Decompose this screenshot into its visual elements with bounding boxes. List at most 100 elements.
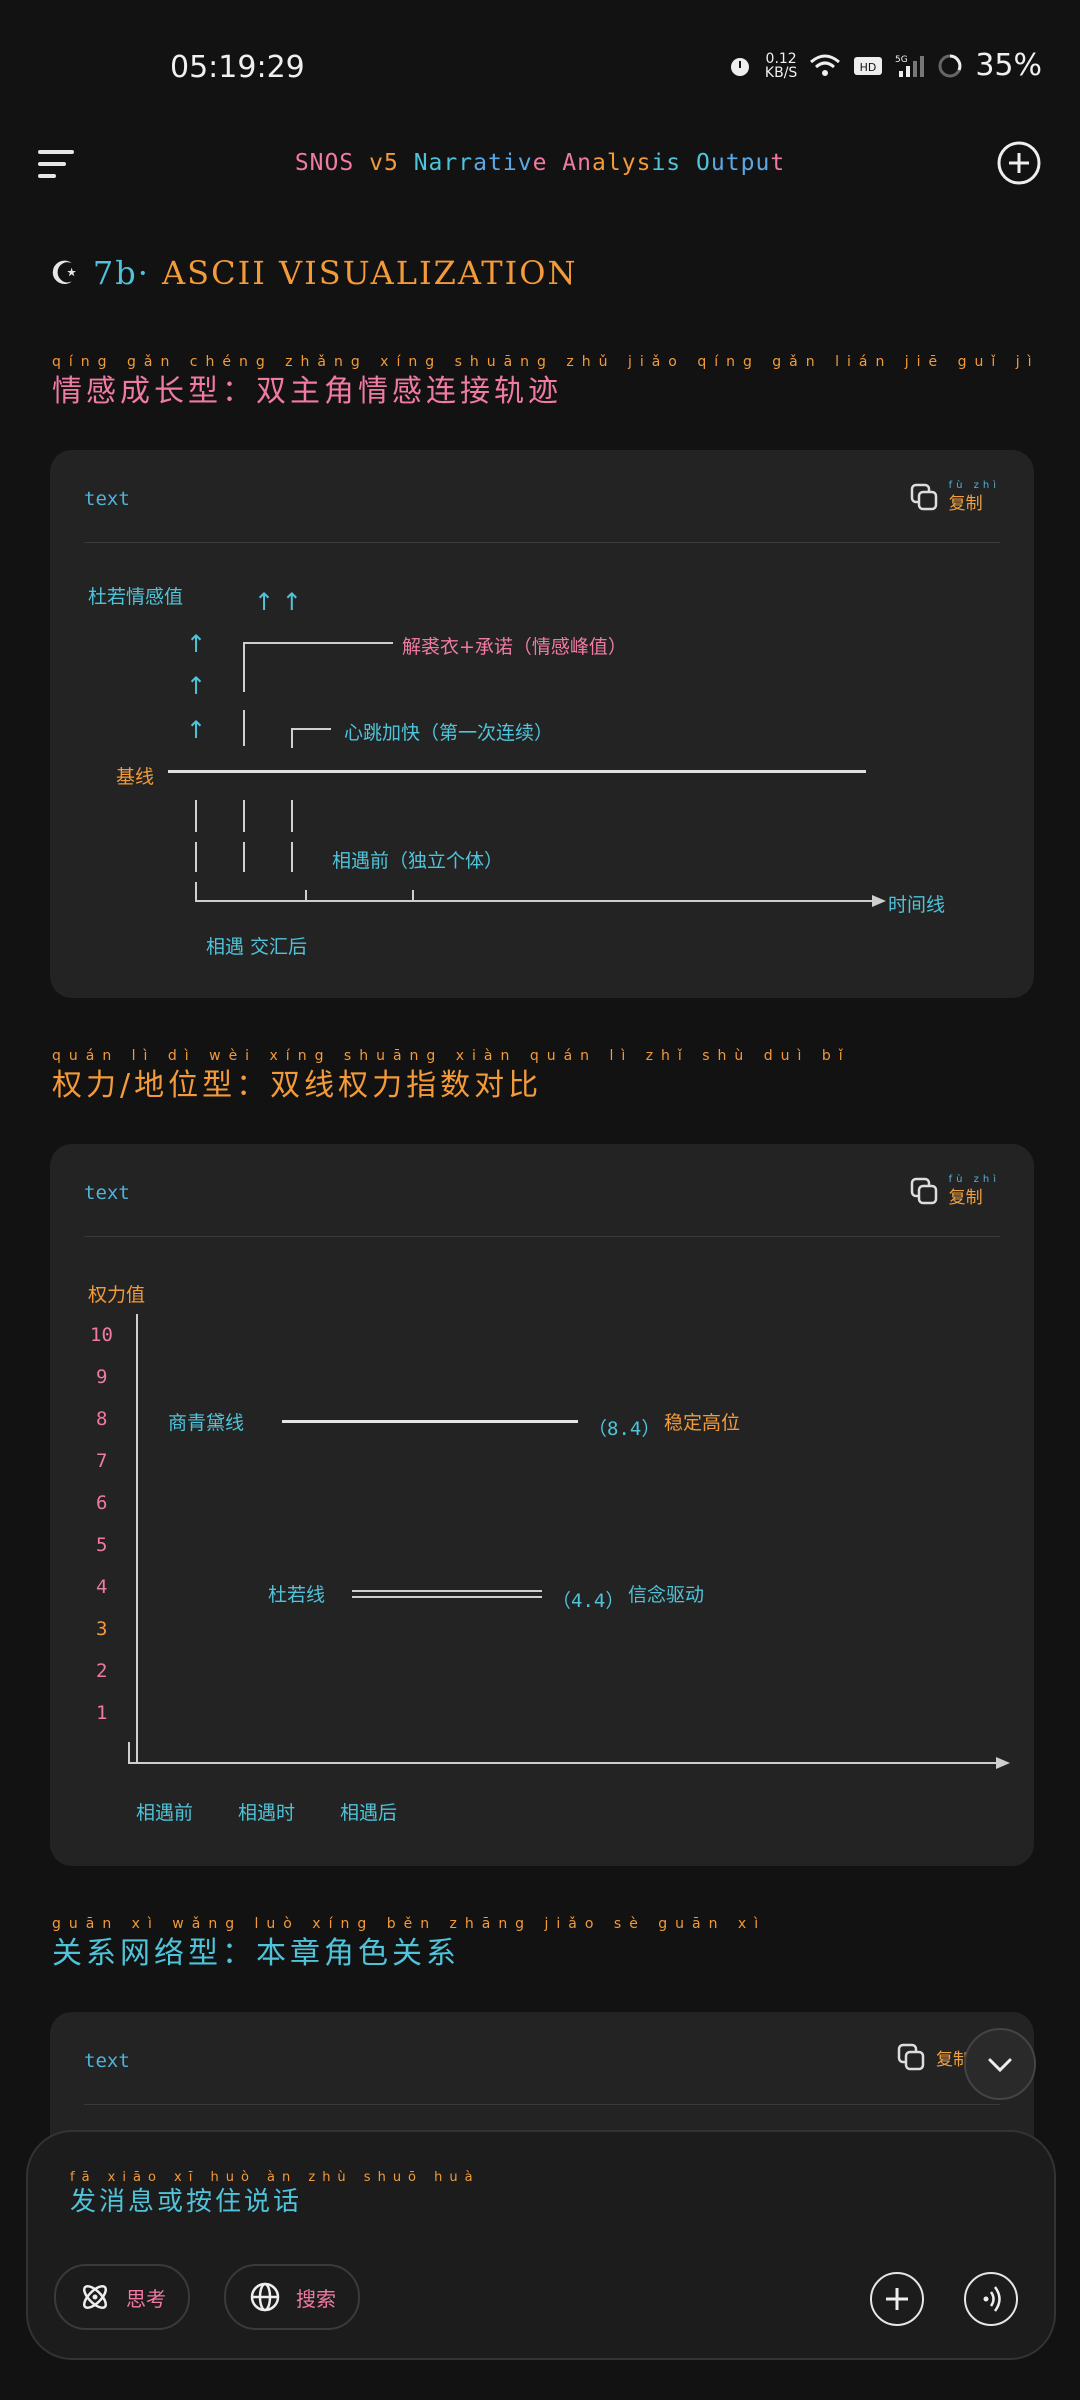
- connector: [243, 642, 245, 692]
- event-heartbeat: 心跳加快（第一次连续）: [344, 722, 554, 744]
- series-line-1: [282, 1420, 578, 1423]
- think-button[interactable]: 思考: [54, 2264, 190, 2330]
- connector: [195, 882, 197, 900]
- bottom-labels: 相遇 交汇后: [206, 936, 308, 958]
- search-button[interactable]: 搜索: [224, 2264, 360, 2330]
- tick: [305, 890, 307, 902]
- code-block-header: text fù zhì 复制: [84, 450, 1000, 543]
- arrow-up: ↑: [186, 716, 207, 744]
- event-before: 相遇前（独立个体）: [332, 850, 504, 872]
- arrow-up: ↑: [186, 672, 207, 700]
- new-chat-icon[interactable]: [996, 140, 1042, 186]
- hd-label: HD: [860, 61, 877, 74]
- code-lang: text: [84, 488, 130, 510]
- copy-icon: [910, 483, 937, 511]
- tick: [412, 890, 414, 902]
- status-bar: 05:19:29 0.12 KB/S HD 5G 35%: [0, 0, 1080, 120]
- baseline-line: [168, 770, 866, 773]
- connector: [195, 800, 197, 832]
- connector: [195, 842, 197, 872]
- series-value-2: （4.4）: [552, 1590, 625, 1612]
- atom-icon: [82, 2284, 108, 2310]
- battery-percent: 35%: [975, 48, 1042, 83]
- connector: [243, 710, 245, 746]
- y-tick-label: 9: [96, 1366, 108, 1388]
- code-lang: text: [84, 1182, 130, 1204]
- connector: [243, 642, 393, 644]
- voice-wave-icon: [983, 2286, 1001, 2312]
- chevron-down-icon: [988, 2058, 1012, 2073]
- y-axis-label: 杜若情感值: [88, 586, 184, 608]
- network-label: 5G: [895, 55, 908, 65]
- code-block-header: text fù zhì 复制: [84, 1144, 1000, 1237]
- connector: [291, 800, 293, 832]
- series-value-1: （8.4）: [588, 1418, 661, 1440]
- block2-heading: quán lì dì wèi xíng shuāng xiàn quán lì …: [52, 1048, 851, 1103]
- x-label-3: 相遇后: [340, 1802, 398, 1824]
- time-axis: [195, 900, 875, 902]
- x-label-1: 相遇前: [136, 1802, 194, 1824]
- copy-icon: [910, 1177, 937, 1205]
- copy-button[interactable]: fù zhì 复制: [909, 480, 1000, 514]
- series-name-1: 商青黛线: [168, 1412, 245, 1434]
- globe-icon: [250, 2282, 280, 2312]
- message-input[interactable]: fā xiāo xī huò àn zhù shuō huà 发消息或按住说话: [70, 2170, 480, 2218]
- series-line-2b: [352, 1596, 542, 1598]
- x-arrow: [996, 1757, 1010, 1769]
- wifi-icon: [810, 54, 841, 76]
- y-tick-label: 1: [96, 1702, 108, 1724]
- hd-icon: HD: [854, 56, 883, 75]
- y-tick-label: 10: [90, 1324, 113, 1346]
- y-tick-label: 2: [96, 1660, 108, 1682]
- copy-button[interactable]: fù zhì 复制: [909, 1174, 1000, 1208]
- message-composer[interactable]: fā xiāo xī huò àn zhù shuō huà 发消息或按住说话 …: [26, 2130, 1056, 2360]
- attach-button[interactable]: [870, 2272, 924, 2326]
- status-icons: 0.12 KB/S HD 5G 35%: [727, 48, 1042, 83]
- y-axis-label: 权力值: [88, 1284, 146, 1306]
- x-label-2: 相遇时: [238, 1802, 296, 1824]
- moon-star-icon: ☪: [50, 254, 81, 292]
- y-tick-label: 6: [96, 1492, 108, 1514]
- event-peak: 解裘衣+承诺（情感峰值）: [402, 636, 627, 658]
- series-desc-2: 信念驱动: [628, 1584, 705, 1606]
- search-label: 搜索: [296, 2286, 336, 2311]
- x-axis-label: 时间线: [888, 894, 946, 916]
- series-desc-1: 稳定高位: [664, 1412, 741, 1434]
- y-axis: [136, 1314, 138, 1764]
- connector: [291, 728, 331, 730]
- block1-heading: qíng gǎn chéng zhǎng xíng shuāng zhǔ jiǎ…: [52, 354, 1040, 409]
- battery-ring-icon: [938, 54, 962, 77]
- copy-button[interactable]: 复制: [896, 2042, 970, 2072]
- connector: [243, 800, 245, 832]
- axis-corner: [128, 1742, 130, 1762]
- y-tick-label: 7: [96, 1450, 108, 1472]
- y-tick-label: 4: [96, 1576, 108, 1598]
- up-arrows: ↑ ↑: [254, 588, 302, 616]
- arrow-up: ↑: [186, 630, 207, 658]
- net-speed: 0.12 KB/S: [764, 50, 798, 81]
- series-line-2: [352, 1590, 542, 1592]
- scroll-down-button[interactable]: [964, 2028, 1036, 2100]
- connector: [243, 842, 245, 872]
- baseline-label: 基线: [116, 766, 155, 788]
- code-lang: text: [84, 2050, 130, 2072]
- code-block-2: text fù zhì 复制 权力值 10 9 8 7 6 5 4 3 2 1 商青黛线 （8.4）…: [50, 1144, 1034, 1866]
- copy-icon: [897, 2043, 925, 2071]
- voice-button[interactable]: [964, 2272, 1018, 2326]
- y-tick-label: 8: [96, 1408, 108, 1430]
- series-name-2: 杜若线: [268, 1584, 326, 1606]
- y-tick-label: 3: [96, 1618, 108, 1640]
- signal-icon: 5G: [895, 55, 925, 77]
- connector: [291, 842, 293, 872]
- code-block-header: text 复制: [84, 2012, 1000, 2105]
- think-label: 思考: [126, 2286, 166, 2311]
- plus-icon: [886, 2288, 908, 2310]
- section-title: ☪ 7b· ASCII VISUALIZATION: [50, 254, 578, 292]
- alarm-icon: [730, 57, 749, 76]
- time-arrow: [872, 895, 886, 907]
- page-title: SNOS v5 Narrative Analysis Output: [294, 150, 786, 176]
- code-block-1: text fù zhì 复制 杜若情感值 ↑ ↑ ↑ ↑ ↑ 解裘衣+承诺（情感峰…: [50, 450, 1034, 998]
- status-time: 05:19:29: [170, 50, 305, 85]
- app-header: SNOS v5 Narrative Analysis Output: [0, 130, 1080, 200]
- block3-heading: guān xì wǎng luò xíng běn zhāng jiǎo sè …: [52, 1916, 767, 1971]
